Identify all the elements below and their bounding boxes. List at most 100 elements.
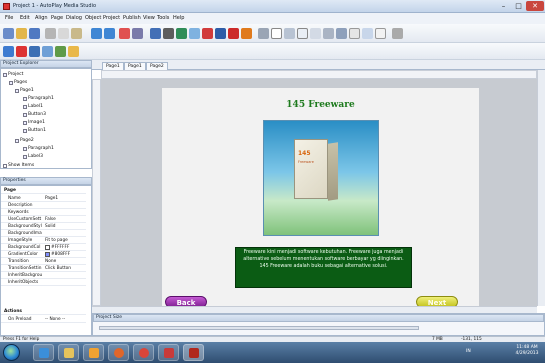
- refresh-icon[interactable]: [55, 46, 66, 57]
- menu-help[interactable]: Help: [173, 15, 184, 21]
- copy-icon[interactable]: [58, 28, 69, 39]
- tree-item-label: Paragraph1: [28, 146, 54, 151]
- listbox-object-icon[interactable]: [297, 28, 308, 39]
- properties-section-actions[interactable]: Actions: [1, 308, 86, 316]
- prop-value: -- None --: [45, 317, 66, 322]
- button-object-icon[interactable]: [150, 28, 161, 39]
- tree-item-label1[interactable]: Label1: [23, 104, 43, 109]
- prop-row-on-preload[interactable]: On Preload -- None --: [1, 316, 86, 324]
- tree-object-icon[interactable]: [336, 28, 347, 39]
- menu-object[interactable]: Object: [85, 15, 101, 21]
- product-image[interactable]: 145 Freeware: [263, 120, 379, 236]
- flash-object-icon[interactable]: [202, 28, 213, 39]
- button-icon: [23, 128, 27, 133]
- menu-project[interactable]: Project: [103, 15, 120, 21]
- radio-object-icon[interactable]: [284, 28, 295, 39]
- project-icon: [3, 72, 7, 77]
- page-icon[interactable]: [29, 46, 40, 57]
- tab-page1-b[interactable]: Page1: [124, 62, 146, 70]
- pdf-object-icon[interactable]: [228, 28, 239, 39]
- paragraph-object-icon[interactable]: [176, 28, 187, 39]
- tree-item-button1[interactable]: Button1: [23, 128, 46, 133]
- input-object-icon[interactable]: [258, 28, 269, 39]
- slider-object-icon[interactable]: [362, 28, 373, 39]
- combobox-object-icon[interactable]: [310, 28, 321, 39]
- image-object-icon[interactable]: [189, 28, 200, 39]
- label-object-icon[interactable]: [163, 28, 174, 39]
- back-button[interactable]: Back: [165, 296, 207, 306]
- prop-name: Name: [8, 196, 21, 201]
- next-button[interactable]: Next: [416, 296, 458, 306]
- open-icon[interactable]: [16, 28, 27, 39]
- menu-publish[interactable]: Publish: [123, 15, 141, 21]
- add-icon[interactable]: [3, 46, 14, 57]
- menu-view[interactable]: View: [143, 15, 155, 21]
- web-object-icon[interactable]: [241, 28, 252, 39]
- maximize-button[interactable]: □: [511, 1, 526, 11]
- progress-object-icon[interactable]: [323, 28, 334, 39]
- prop-value: #FFFFFF: [45, 244, 69, 251]
- prop-value-text: #808FFF: [51, 252, 71, 257]
- delete-icon[interactable]: [16, 46, 27, 57]
- language-indicator[interactable]: IN: [466, 349, 471, 354]
- page-title[interactable]: 145 Freeware: [162, 100, 479, 110]
- publish-icon[interactable]: [132, 28, 143, 39]
- vertical-scrollbar[interactable]: [537, 70, 545, 306]
- checkbox-object-icon[interactable]: [271, 28, 282, 39]
- taskbar-app[interactable]: [158, 344, 179, 361]
- tree-item-label3[interactable]: Label3: [23, 154, 43, 159]
- horizontal-scrollbar[interactable]: [92, 306, 537, 313]
- tree-item-page1[interactable]: Page1: [15, 88, 34, 93]
- preview-icon[interactable]: [119, 28, 130, 39]
- prop-row[interactable]: InheritObjects: [1, 279, 86, 287]
- taskbar-ie[interactable]: [33, 344, 54, 361]
- dialog-icon[interactable]: [42, 46, 53, 57]
- tree-item-paragraph1-b[interactable]: Paragraph1: [23, 146, 54, 151]
- properties-section-page[interactable]: Page: [1, 187, 86, 195]
- cut-icon[interactable]: [45, 28, 56, 39]
- undo-icon[interactable]: [91, 28, 102, 39]
- horizontal-ruler: [101, 70, 537, 79]
- paste-icon[interactable]: [71, 28, 82, 39]
- redo-icon[interactable]: [104, 28, 115, 39]
- menu-tools[interactable]: Tools: [157, 15, 169, 21]
- save-icon[interactable]: [29, 28, 40, 39]
- tree-item-paragraph1[interactable]: Paragraph1: [23, 96, 54, 101]
- show-items-checkbox[interactable]: Show Items: [3, 163, 34, 168]
- menu-align[interactable]: Align: [35, 15, 48, 21]
- taskbar-autoplay[interactable]: [183, 344, 204, 361]
- clock[interactable]: 11:48 AM 4/29/2013: [511, 345, 543, 357]
- taskbar-media[interactable]: [83, 344, 104, 361]
- tab-page1[interactable]: Page1: [102, 62, 124, 70]
- grid-object-icon[interactable]: [349, 28, 360, 39]
- pen-icon[interactable]: [392, 28, 403, 39]
- tab-page2[interactable]: Page2: [146, 62, 168, 70]
- description-paragraph[interactable]: Freeware kini menjadi software kebutuhan…: [235, 247, 412, 288]
- tree-item-button3[interactable]: Button3: [23, 112, 46, 117]
- project-explorer-header: Project Explorer: [0, 60, 92, 68]
- taskbar-explorer[interactable]: [58, 344, 79, 361]
- close-button[interactable]: ✕: [526, 1, 544, 11]
- tree-item-pages[interactable]: Pages: [9, 80, 27, 85]
- taskbar-firefox[interactable]: [108, 344, 129, 361]
- prop-name: Transition: [8, 259, 29, 264]
- tree-item-image1[interactable]: Image1: [23, 120, 45, 125]
- video-object-icon[interactable]: [215, 28, 226, 39]
- menu-page[interactable]: Page: [51, 15, 63, 21]
- xbutton-object-icon[interactable]: [375, 28, 386, 39]
- start-button[interactable]: [3, 344, 20, 361]
- page-preview: 145 Freeware 145 Freeware Freeware kini …: [162, 88, 479, 306]
- menu-dialog[interactable]: Dialog: [66, 15, 82, 21]
- tree-item-project[interactable]: Project: [3, 72, 23, 77]
- tree-item-page2[interactable]: Page2: [15, 138, 34, 143]
- taskbar-chrome[interactable]: [133, 344, 154, 361]
- title-bar: Project 1 - AutoPlay Media Studio – □ ✕: [0, 0, 545, 13]
- minimize-button[interactable]: –: [496, 1, 511, 11]
- lock-icon[interactable]: [68, 46, 79, 57]
- prop-name: InheritObjects: [8, 280, 39, 285]
- new-project-icon[interactable]: [3, 28, 14, 39]
- menu-file[interactable]: File: [5, 15, 13, 21]
- label-icon: [23, 154, 27, 159]
- prop-name: On Preload: [8, 317, 32, 322]
- menu-edit[interactable]: Edit: [20, 15, 30, 21]
